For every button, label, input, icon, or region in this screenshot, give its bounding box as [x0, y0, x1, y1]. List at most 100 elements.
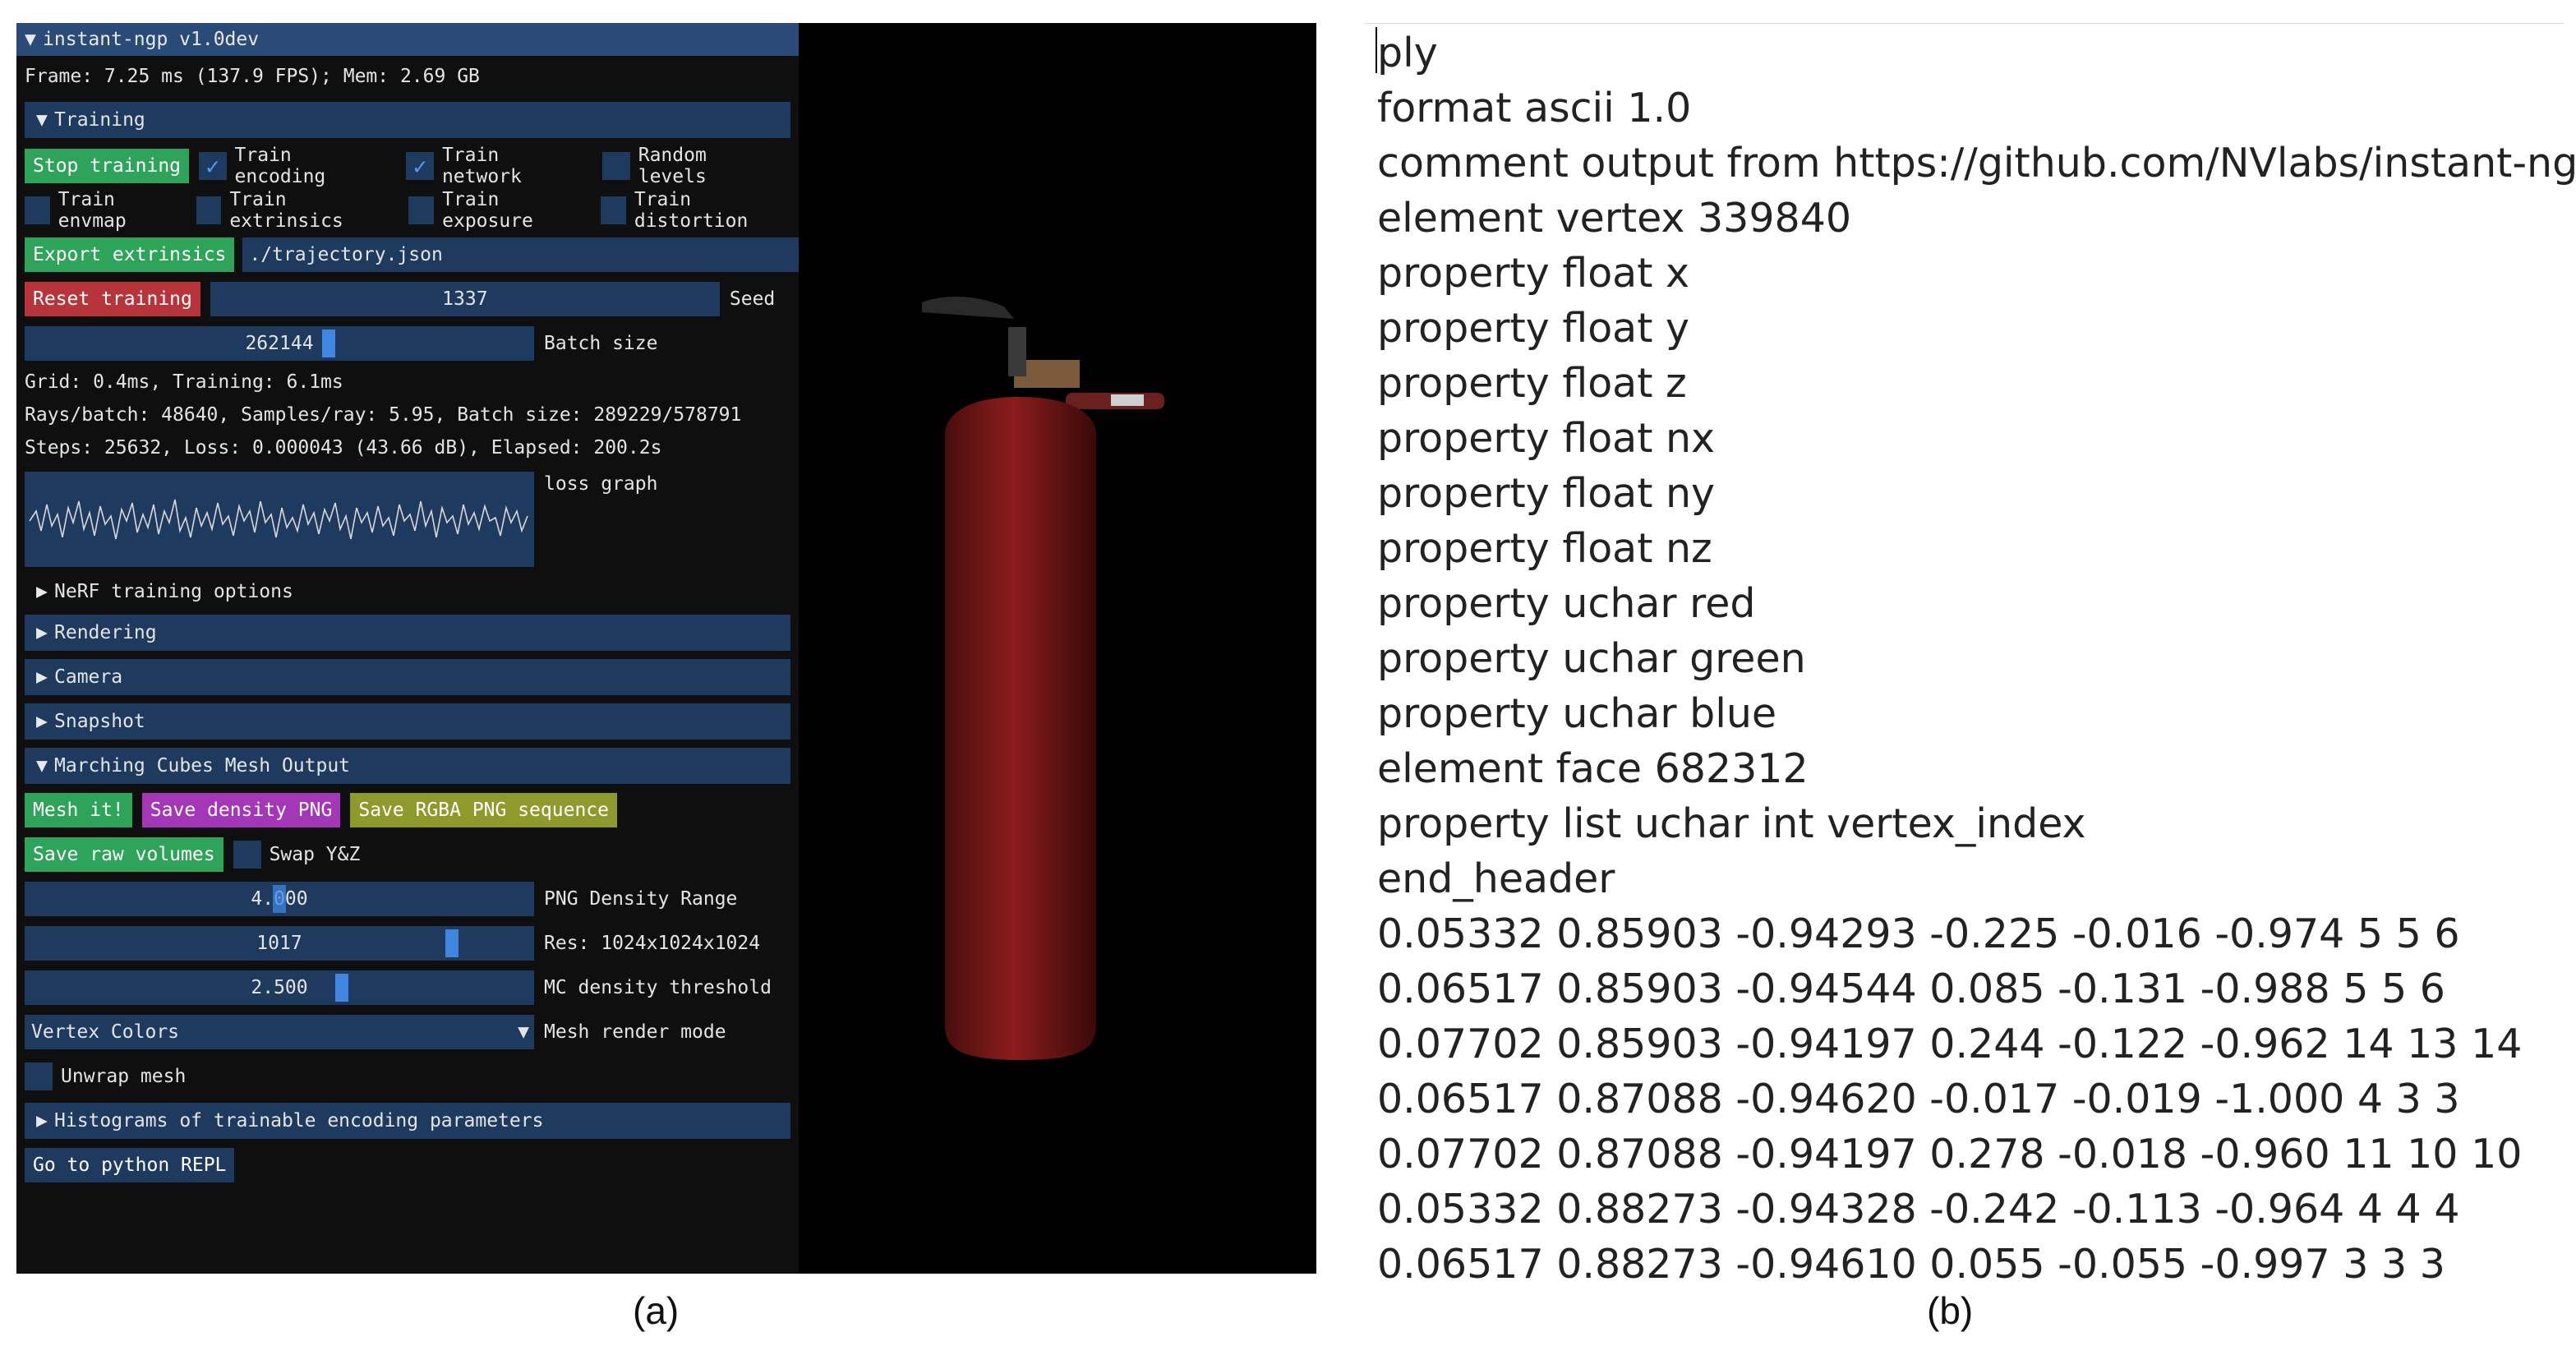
section-header-marching-cubes[interactable]: ▼ Marching Cubes Mesh Output [25, 748, 790, 784]
seed-label: Seed [729, 288, 776, 310]
random-levels-checkbox[interactable]: Random levels [602, 145, 784, 187]
dropdown-arrow-icon[interactable]: ▼ [518, 1015, 529, 1049]
save-rgba-png-button[interactable]: Save RGBA PNG sequence [350, 793, 617, 827]
ply-line: format ascii 1.0 [1377, 85, 1692, 131]
ply-line: property uchar green [1377, 635, 1806, 682]
stats-steps: Steps: 25632, Loss: 0.000043 (43.66 dB),… [25, 437, 662, 459]
png-density-range-slider[interactable]: 4.000 [25, 882, 534, 916]
fire-extinguisher-render [922, 297, 1164, 1060]
caption-a: (a) [633, 1289, 680, 1332]
checkbox-box [601, 196, 626, 224]
save-raw-volumes-button[interactable]: Save raw volumes [25, 837, 223, 872]
batch-size-slider[interactable]: 262144 [25, 326, 534, 361]
ply-line: property float x [1377, 250, 1689, 297]
ply-line: element face 682312 [1377, 745, 1809, 792]
unwrap-mesh-checkbox[interactable]: Unwrap mesh [25, 1062, 186, 1090]
slider-handle[interactable] [335, 974, 348, 1002]
train-network-checkbox[interactable]: ✓ Train network [406, 145, 588, 187]
window-titlebar[interactable]: ▼ instant-ngp v1.0dev [16, 23, 799, 56]
select-value: Vertex Colors [31, 1021, 180, 1043]
loss-graph-label: loss graph [544, 473, 658, 495]
nerf-options-toggle[interactable]: ▶ NeRF training options [36, 574, 293, 610]
collapse-triangle-icon[interactable]: ▼ [25, 29, 43, 50]
extinguisher-lever [922, 297, 1014, 319]
batch-size-label: Batch size [544, 333, 658, 354]
export-extrinsics-button[interactable]: Export extrinsics [25, 237, 235, 272]
train-encoding-checkbox[interactable]: ✓ Train encoding [199, 145, 391, 187]
section-title: Snapshot [54, 711, 145, 732]
ply-text-content[interactable]: ply format ascii 1.0 comment output from h… [1377, 25, 2576, 1292]
ply-line: property uchar blue [1377, 690, 1777, 737]
ply-line: 0.05332 0.85903 -0.94293 -0.225 -0.016 -… [1377, 910, 2460, 957]
slider-handle[interactable] [445, 929, 459, 957]
checkbox-label: Train exposure [442, 189, 533, 232]
ply-line: 0.06517 0.88273 -0.94610 0.055 -0.055 -0… [1377, 1241, 2445, 1288]
train-extrinsics-checkbox[interactable]: Train extrinsics [196, 189, 394, 232]
ply-line: comment output from https://github.com/N… [1377, 140, 2576, 187]
seed-input[interactable]: 1337 [210, 282, 720, 316]
mesh-render-mode-label: Mesh render mode [544, 1021, 726, 1043]
caption-b: (b) [1927, 1289, 1974, 1332]
reset-training-button[interactable]: Reset training [25, 282, 200, 316]
slider-value: 2.500 [251, 977, 308, 998]
collapse-triangle-icon: ▼ [36, 109, 48, 131]
section-title: Marching Cubes Mesh Output [54, 755, 351, 777]
ply-line: 0.05332 0.88273 -0.94328 -0.242 -0.113 -… [1377, 1186, 2460, 1233]
ply-line: property list uchar int vertex_index [1377, 800, 2086, 847]
ply-line: end_header [1377, 855, 1615, 902]
ply-line: property float y [1377, 305, 1689, 352]
render-viewport[interactable] [799, 23, 1316, 1274]
ply-line: property float nz [1377, 525, 1712, 572]
checkbox-label: Train extrinsics [229, 189, 343, 232]
ply-line: 0.07702 0.85903 -0.94197 0.244 -0.122 -0… [1377, 1021, 2523, 1067]
mc-density-threshold-label: MC density threshold [544, 977, 772, 998]
slider-handle[interactable] [273, 885, 286, 913]
instant-ngp-screenshot: ▼ instant-ngp v1.0dev Frame: 7.25 ms (13… [16, 23, 1316, 1274]
expand-triangle-icon: ▶ [36, 666, 48, 688]
slider-handle[interactable] [322, 330, 335, 357]
mc-density-threshold-slider[interactable]: 2.500 [25, 970, 534, 1005]
ply-line: 0.06517 0.87088 -0.94620 -0.017 -0.019 -… [1377, 1076, 2460, 1122]
checkbox-box [25, 196, 50, 224]
ply-line: ply [1377, 30, 1438, 76]
resolution-label: Res: 1024x1024x1024 [544, 933, 761, 954]
perf-readout: Frame: 7.25 ms (137.9 FPS); Mem: 2.69 GB [25, 66, 480, 87]
mesh-it-button[interactable]: Mesh it! [25, 793, 132, 827]
train-distortion-checkbox[interactable]: Train distortion [601, 189, 799, 232]
expand-triangle-icon: ▶ [36, 711, 48, 732]
mesh-render-mode-select[interactable]: Vertex Colors ▼ [25, 1015, 534, 1049]
checkbox-label: Train envmap [58, 189, 127, 232]
checkbox-box [196, 196, 222, 224]
imgui-panel: ▼ instant-ngp v1.0dev Frame: 7.25 ms (13… [16, 23, 813, 1274]
checkbox-box [233, 841, 261, 869]
ply-line: 0.06517 0.85903 -0.94544 0.085 -0.131 -0… [1377, 966, 2445, 1012]
section-header-histograms[interactable]: ▶ Histograms of trainable encoding param… [25, 1103, 790, 1139]
section-header-rendering[interactable]: ▶ Rendering [25, 615, 790, 651]
checkbox-label: Train distortion [634, 189, 749, 232]
train-exposure-checkbox[interactable]: Train exposure [408, 189, 586, 232]
ply-line: 0.07702 0.87088 -0.94197 0.278 -0.018 -0… [1377, 1131, 2523, 1178]
expand-triangle-icon: ▶ [36, 1110, 48, 1131]
section-header-training[interactable]: ▼ Training [25, 102, 790, 138]
python-repl-button[interactable]: Go to python REPL [25, 1148, 235, 1182]
loss-graph-plot [29, 499, 528, 540]
checkmark-icon: ✓ [199, 152, 227, 180]
train-envmap-checkbox[interactable]: Train envmap [25, 189, 182, 232]
window-title: instant-ngp v1.0dev [43, 29, 260, 50]
extinguisher-body [945, 397, 1096, 1060]
save-density-png-button[interactable]: Save density PNG [141, 793, 341, 827]
ply-line: property float ny [1377, 470, 1716, 517]
swap-yz-checkbox[interactable]: Swap Y&Z [233, 841, 360, 869]
section-header-camera[interactable]: ▶ Camera [25, 659, 790, 695]
section-title: Histograms of trainable encoding paramet… [54, 1110, 544, 1131]
png-density-range-label: PNG Density Range [544, 888, 738, 910]
slider-value: 1017 [256, 933, 302, 954]
section-title: Training [54, 109, 145, 131]
loss-graph [25, 472, 534, 567]
section-header-snapshot[interactable]: ▶ Snapshot [25, 703, 790, 740]
export-path-input[interactable]: ./trajectory.json [242, 237, 813, 272]
resolution-slider[interactable]: 1017 [25, 926, 534, 961]
ply-line: property uchar red [1377, 580, 1756, 627]
stop-training-button[interactable]: Stop training [25, 149, 190, 183]
checkbox-label: Train encoding [234, 145, 326, 187]
